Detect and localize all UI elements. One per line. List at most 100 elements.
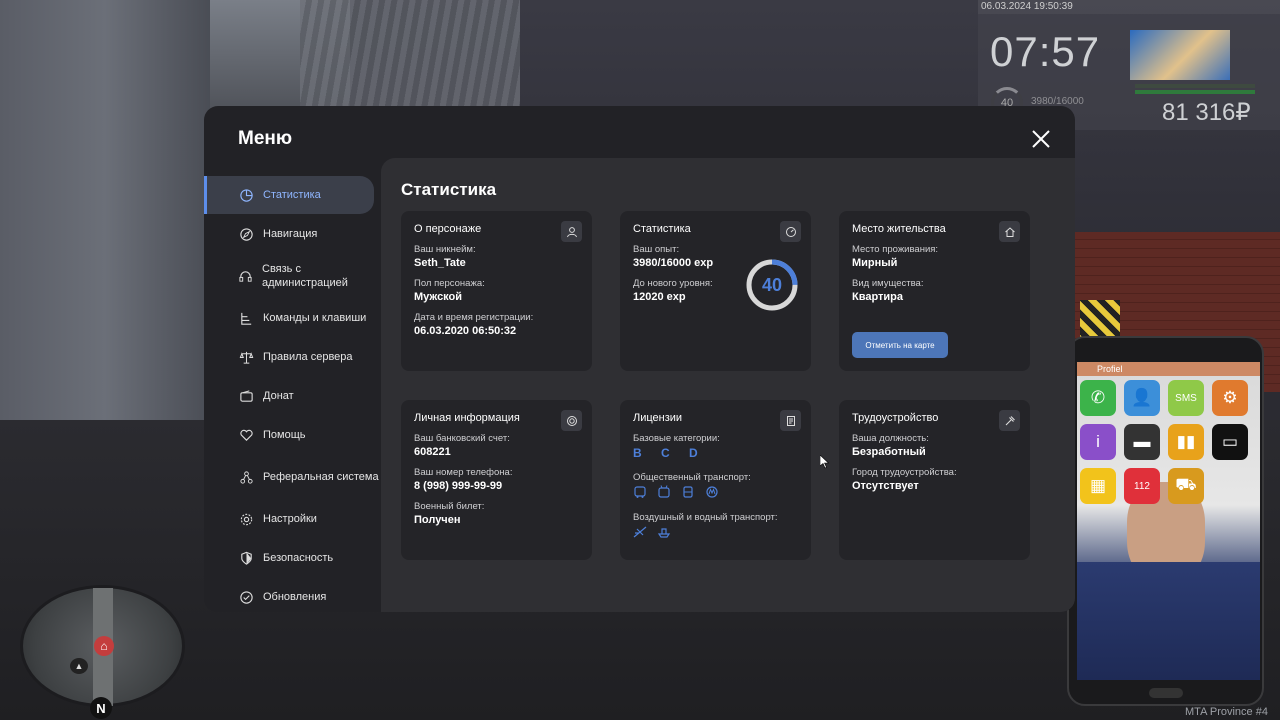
phone[interactable]: Profiel ✆ 👤 SMS ⚙ i ▬ ▮▮ ▭ ▦ 112 ⛟ xyxy=(1067,336,1264,706)
home-icon[interactable] xyxy=(999,221,1020,242)
trolleybus-icon xyxy=(657,485,672,500)
bus-icon xyxy=(633,485,648,500)
sidebar-item[interactable]: Донат xyxy=(204,377,380,415)
tram-icon xyxy=(681,485,696,500)
content-title: Статистика xyxy=(401,180,497,199)
mark-on-map-button[interactable]: Отметить на карте xyxy=(852,332,948,358)
sidebar-item-label: Навигация xyxy=(263,228,318,240)
settings-icon[interactable]: ⚙ xyxy=(1212,380,1248,416)
help-heart-icon xyxy=(238,427,254,443)
property-value: Квартира xyxy=(852,291,904,303)
card-title: О персонаже xyxy=(414,223,482,235)
bed-icon[interactable]: ▭ xyxy=(1212,424,1248,460)
taxi-icon[interactable]: ▦ xyxy=(1080,468,1116,504)
card-title: Место жительства xyxy=(852,223,946,235)
sidebar-item[interactable]: Статистика xyxy=(204,176,374,214)
sidebar-item-label: Безопасность xyxy=(263,552,334,564)
card-personal: Личная информация Ваш банковский счет: 6… xyxy=(401,400,592,560)
sidebar-item-label: Реферальная система xyxy=(263,471,379,483)
keys-icon xyxy=(238,310,254,326)
phone-icon[interactable]: ✆ xyxy=(1080,380,1116,416)
card-title: Трудоустройство xyxy=(852,412,939,424)
info-icon[interactable]: i xyxy=(1080,424,1116,460)
registration-label: Дата и время регистрации: xyxy=(414,312,534,323)
house-icon: ⌂ xyxy=(94,636,114,656)
phone-value: 8 (998) 999-99-99 xyxy=(414,480,503,492)
menu-sidebar: Статистика Навигация Связь с администрацие… xyxy=(204,176,380,612)
card-residence: Место жительства Место проживания: Мирны… xyxy=(839,211,1030,371)
sidebar-item[interactable]: Навигация xyxy=(204,215,380,253)
registration-value: 06.03.2020 06:50:32 xyxy=(414,325,517,337)
shield-icon xyxy=(238,550,254,566)
sidebar-item[interactable]: Обновления xyxy=(204,578,380,612)
wallet-icon xyxy=(238,388,254,404)
sidebar-item[interactable]: Связь с администрацией xyxy=(204,254,380,298)
exp-label: Ваш опыт: xyxy=(633,244,680,255)
phone-label: Ваш номер телефона: xyxy=(414,467,513,478)
player-marker-icon: ▲ xyxy=(70,658,88,674)
sidebar-item-label: Настройки xyxy=(263,513,317,525)
contacts-icon[interactable]: 👤 xyxy=(1124,380,1160,416)
gauge-icon[interactable] xyxy=(780,221,801,242)
hud-money: 81 316₽ xyxy=(1162,99,1251,126)
military-value: Получен xyxy=(414,514,461,526)
military-label: Военный билет: xyxy=(414,501,485,512)
card-character: О персонаже Ваш никнейм: Seth_Tate Пол п… xyxy=(401,211,592,371)
north-indicator: N xyxy=(90,697,112,719)
metro-icon xyxy=(705,485,720,500)
hammer-icon[interactable] xyxy=(999,410,1020,431)
document-icon[interactable] xyxy=(780,410,801,431)
sidebar-item[interactable]: Настройки xyxy=(204,500,380,538)
sidebar-item[interactable]: Правила сервера xyxy=(204,338,380,376)
stats-icon[interactable]: ▮▮ xyxy=(1168,424,1204,460)
close-icon[interactable] xyxy=(1030,128,1052,150)
mouse-cursor-icon xyxy=(820,455,830,469)
sidebar-item-label: Команды и клавиши xyxy=(263,312,367,324)
place-value: Мирный xyxy=(852,257,898,269)
sidebar-item[interactable]: Реферальная система xyxy=(204,455,380,499)
gender-label: Пол персонажа: xyxy=(414,278,485,289)
emergency-112-icon[interactable]: 112 xyxy=(1124,468,1160,504)
card-employment: Трудоустройство Ваша должность: Безработ… xyxy=(839,400,1030,560)
card-title: Личная информация xyxy=(414,412,520,424)
hud-avatar xyxy=(1130,30,1230,80)
base-categories-label: Базовые категории: xyxy=(633,433,720,444)
public-transport-icons xyxy=(633,485,798,500)
user-icon[interactable] xyxy=(561,221,582,242)
game-background-roof xyxy=(300,0,520,110)
card-icon[interactable]: ▬ xyxy=(1124,424,1160,460)
pie-chart-icon xyxy=(238,187,254,203)
menu-content: Статистика О персонаже Ваш никнейм: Seth… xyxy=(381,158,1075,612)
level-value: 40 xyxy=(761,274,783,295)
card-licenses: Лицензии Базовые категории: B C D Общест… xyxy=(620,400,811,560)
check-circle-icon xyxy=(238,589,254,605)
phone-screen: Profiel ✆ 👤 SMS ⚙ i ▬ ▮▮ ▭ ▦ 112 ⛟ xyxy=(1077,362,1260,680)
phone-home-button[interactable] xyxy=(1149,688,1183,698)
sidebar-item[interactable]: Помощь xyxy=(204,416,380,454)
base-categories-value: B C D xyxy=(633,446,706,460)
game-background-building xyxy=(0,0,210,420)
fingerprint-icon[interactable] xyxy=(561,410,582,431)
sms-icon[interactable]: SMS xyxy=(1168,380,1204,416)
hud-datetime: 06.03.2024 19:50:39 xyxy=(978,0,1280,14)
hud-health-bar xyxy=(1135,90,1255,94)
compass-icon xyxy=(238,226,254,242)
employment-city-label: Город трудоустройства: xyxy=(852,467,957,478)
place-label: Место проживания: xyxy=(852,244,939,255)
phone-app-grid: ✆ 👤 SMS ⚙ i ▬ ▮▮ ▭ ▦ 112 ⛟ xyxy=(1080,380,1260,504)
phone-carrier: Profiel xyxy=(1077,362,1260,376)
menu-title: Меню xyxy=(238,128,293,149)
property-label: Вид имущества: xyxy=(852,278,924,289)
tow-truck-icon[interactable]: ⛟ xyxy=(1168,468,1204,504)
nickname-value: Seth_Tate xyxy=(414,257,466,269)
sidebar-item[interactable]: Команды и клавиши xyxy=(204,299,380,337)
plane-icon xyxy=(633,525,648,540)
card-title: Лицензии xyxy=(633,412,683,424)
headset-icon xyxy=(238,268,253,284)
sidebar-item-label: Правила сервера xyxy=(263,351,353,363)
sidebar-item-label: Связь с администрацией xyxy=(262,263,348,289)
public-transport-label: Общественный транспорт: xyxy=(633,472,751,483)
menu-window: Меню Статистика Навигация Связь с админист… xyxy=(204,106,1075,612)
sidebar-item[interactable]: Безопасность xyxy=(204,539,380,577)
gender-value: Мужской xyxy=(414,291,463,303)
